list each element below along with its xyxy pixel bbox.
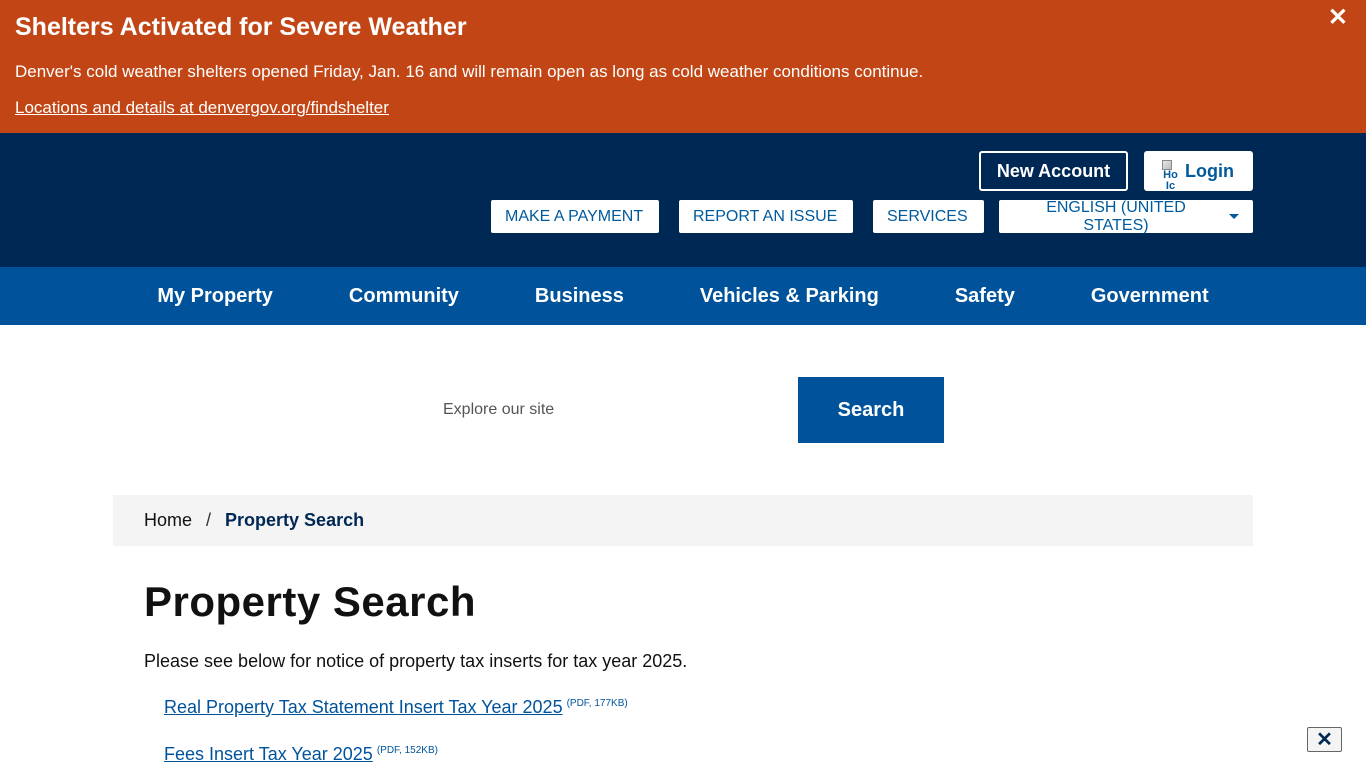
alert-shelter-link[interactable]: Locations and details at denvergov.org/f… xyxy=(15,98,389,118)
search-input[interactable] xyxy=(428,377,798,443)
alert-title: Shelters Activated for Severe Weather xyxy=(15,13,467,41)
breadcrumb: Home / Property Search xyxy=(113,495,1253,546)
list-item: Fees Insert Tax Year 2025 (PDF, 152KB) xyxy=(164,744,438,765)
report-issue-button[interactable]: REPORT AN ISSUE xyxy=(679,200,853,233)
login-label: Login xyxy=(1185,160,1234,181)
file-meta: (PDF, 152KB) xyxy=(376,745,438,756)
breadcrumb-home-link[interactable]: Home xyxy=(144,510,192,531)
chevron-down-icon xyxy=(1229,214,1239,219)
breadcrumb-separator: / xyxy=(206,510,212,530)
new-account-button[interactable]: New Account xyxy=(979,151,1128,191)
file-meta: (PDF, 177KB) xyxy=(566,698,628,709)
make-payment-button[interactable]: MAKE A PAYMENT xyxy=(491,200,659,233)
page-title: Property Search xyxy=(144,578,476,625)
services-button[interactable]: SERVICES xyxy=(873,200,984,233)
search-button[interactable]: Search xyxy=(798,377,944,443)
language-label: ENGLISH (UNITED STATES) xyxy=(1046,198,1186,234)
real-property-insert-link[interactable]: Real Property Tax Statement Insert Tax Y… xyxy=(164,697,563,717)
login-button[interactable]: Ho Ic Login xyxy=(1144,151,1253,191)
language-select[interactable]: ENGLISH (UNITED STATES) xyxy=(999,198,1253,234)
site-search: Search xyxy=(428,377,944,443)
nav-item-my-property[interactable]: My Property xyxy=(119,285,311,308)
nav-item-government[interactable]: Government xyxy=(1053,285,1247,308)
nav-item-vehicles-parking[interactable]: Vehicles & Parking xyxy=(662,285,917,308)
main-nav: My Property Community Business Vehicles … xyxy=(0,267,1366,325)
nav-item-community[interactable]: Community xyxy=(311,285,497,308)
fees-insert-link[interactable]: Fees Insert Tax Year 2025 xyxy=(164,744,373,764)
site-header: New Account Ho Ic Login MAKE A PAYMENT R… xyxy=(0,133,1366,267)
nav-item-business[interactable]: Business xyxy=(497,285,662,308)
login-icon-alt-text: Ho Ic xyxy=(1163,169,1178,191)
alert-close-icon[interactable]: ✕ xyxy=(1328,6,1348,30)
breadcrumb-current: Property Search xyxy=(225,510,365,530)
nav-item-safety[interactable]: Safety xyxy=(917,285,1053,308)
broken-image-icon: Ho Ic xyxy=(1162,152,1179,190)
close-icon[interactable]: ✕ xyxy=(1307,727,1342,752)
list-item: Real Property Tax Statement Insert Tax Y… xyxy=(164,697,628,718)
alert-banner: Shelters Activated for Severe Weather De… xyxy=(0,0,1366,133)
intro-text: Please see below for notice of property … xyxy=(144,651,688,671)
alert-text: Denver's cold weather shelters opened Fr… xyxy=(15,62,924,81)
